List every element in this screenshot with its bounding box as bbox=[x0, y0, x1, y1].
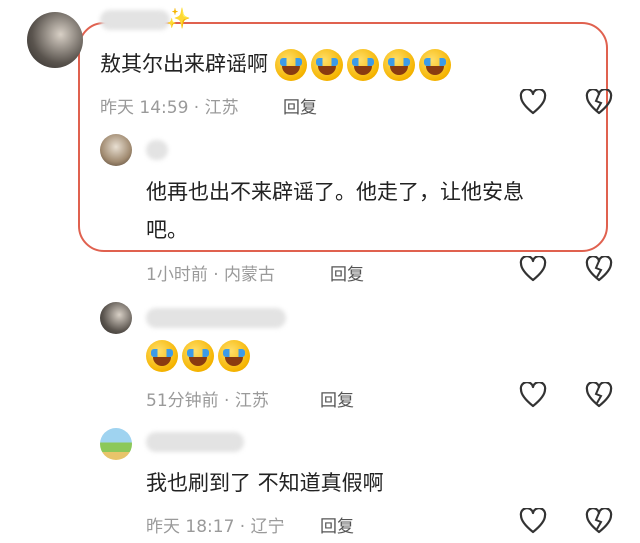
comment-text: 敖其尔出来辟谣啊 bbox=[100, 47, 455, 81]
heart-outline-icon[interactable] bbox=[519, 89, 547, 115]
tearful-emoji-icon bbox=[310, 49, 343, 81]
username-blurred[interactable] bbox=[146, 432, 244, 452]
reply-button[interactable]: 回复 bbox=[283, 93, 317, 118]
avatar[interactable] bbox=[27, 12, 83, 68]
username-blurred[interactable] bbox=[100, 10, 170, 30]
comment-text-line: 他再也出不来辟谣了。他走了，让他安息 bbox=[146, 180, 524, 204]
tearful-emoji-icon bbox=[418, 49, 451, 81]
comment-time-location: 昨天 14:59 · 江苏 bbox=[100, 98, 239, 118]
username-blurred[interactable] bbox=[146, 140, 168, 160]
username-blurred[interactable] bbox=[146, 308, 286, 328]
reply-button[interactable]: 回复 bbox=[320, 386, 354, 411]
heart-outline-icon[interactable] bbox=[519, 256, 547, 282]
tearful-emoji-icon bbox=[274, 49, 307, 81]
avatar[interactable] bbox=[100, 428, 132, 460]
heart-outline-icon[interactable] bbox=[519, 382, 547, 408]
broken-heart-icon[interactable] bbox=[585, 89, 613, 115]
crying-emoji-icon bbox=[182, 340, 214, 372]
broken-heart-icon[interactable] bbox=[585, 508, 613, 534]
crying-emoji-icon bbox=[218, 340, 250, 372]
tearful-emoji-icon bbox=[382, 49, 415, 81]
avatar[interactable] bbox=[100, 302, 132, 334]
heart-outline-icon[interactable] bbox=[519, 508, 547, 534]
comment-time-location: 昨天 18:17 · 辽宁 bbox=[146, 517, 285, 537]
broken-heart-icon[interactable] bbox=[585, 382, 613, 408]
tearful-emoji-icon bbox=[346, 49, 379, 81]
comment-text: 我也刷到了 不知道真假啊 bbox=[146, 471, 384, 495]
crying-emoji-icon bbox=[146, 340, 178, 372]
sparkle-icon: ✨ bbox=[166, 6, 191, 30]
comment-text-line: 吧。 bbox=[146, 218, 188, 242]
comment-text-content: 敖其尔出来辟谣啊 bbox=[100, 52, 268, 76]
reply-button[interactable]: 回复 bbox=[330, 260, 364, 285]
comment-time-location: 1小时前 · 内蒙古 bbox=[146, 265, 276, 285]
avatar[interactable] bbox=[100, 134, 132, 166]
reply-button[interactable]: 回复 bbox=[320, 512, 354, 537]
comment-text: 他再也出不来辟谣了。他走了，让他安息 吧。 bbox=[146, 175, 524, 247]
comment-text bbox=[146, 338, 254, 372]
comment-time-location: 51分钟前 · 江苏 bbox=[146, 391, 269, 411]
broken-heart-icon[interactable] bbox=[585, 256, 613, 282]
